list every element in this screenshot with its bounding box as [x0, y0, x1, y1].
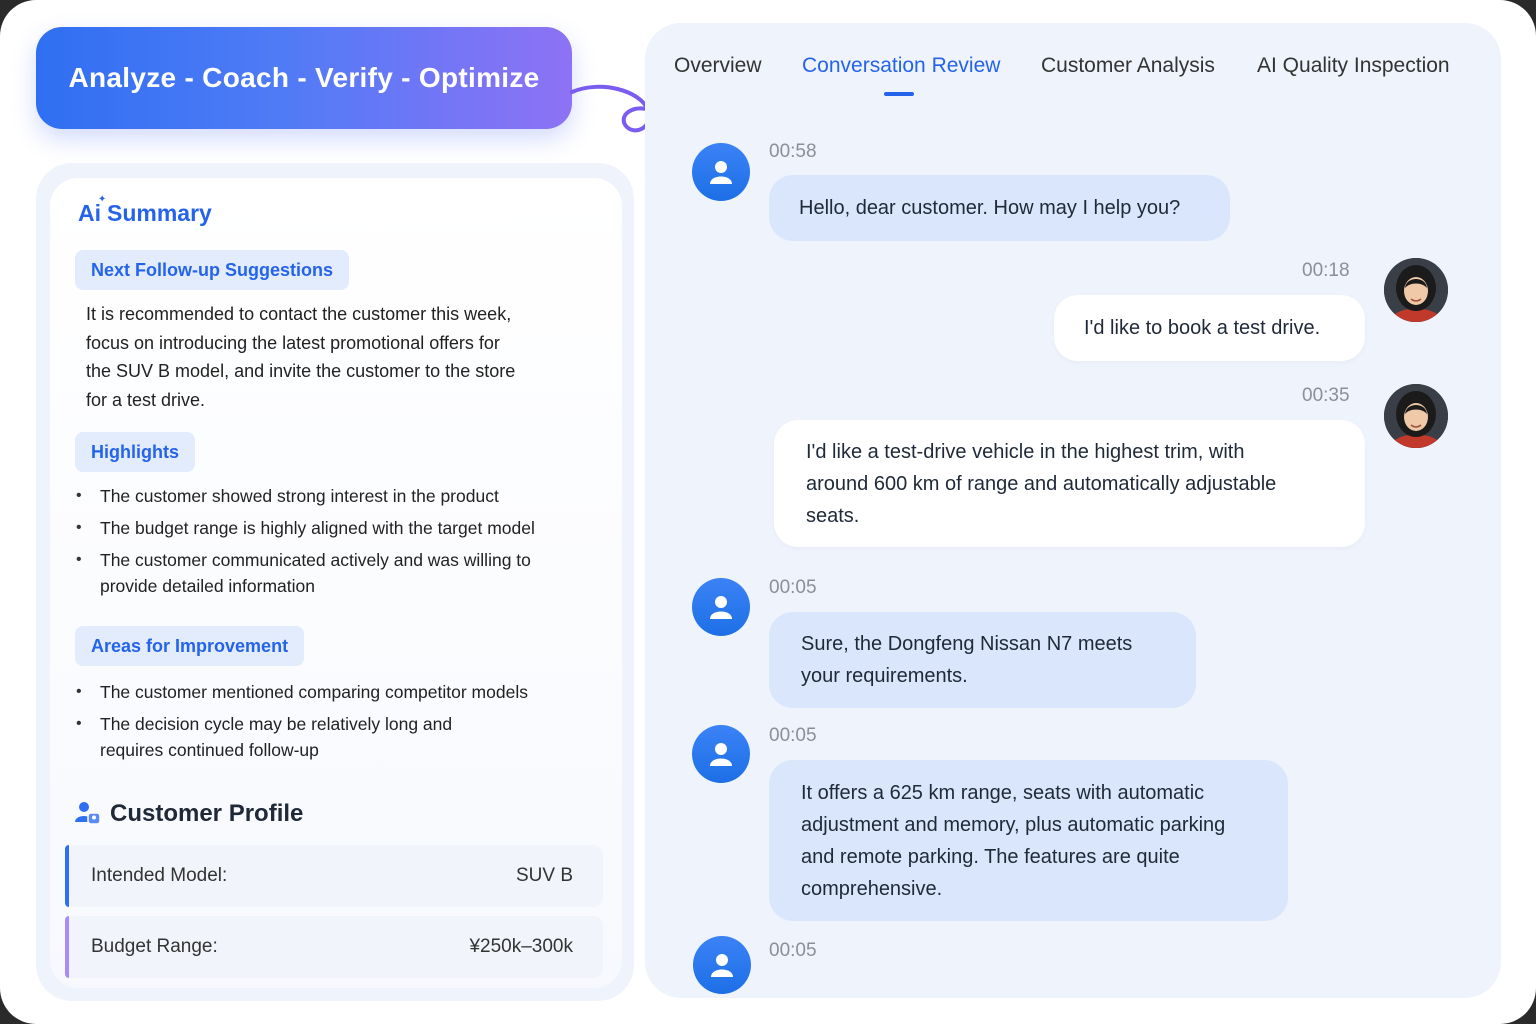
customer-profile-title: Customer Profile	[74, 800, 303, 828]
users-icon	[75, 802, 101, 825]
list-item: The customer mentioned comparing competi…	[76, 679, 576, 705]
message-timestamp: 00:35	[1302, 385, 1350, 406]
tab-customer-analysis[interactable]: Customer Analysis	[1041, 54, 1215, 78]
message-timestamp: 00:05	[769, 725, 817, 746]
customer-message-bubble: I'd like a test-drive vehicle in the hig…	[774, 420, 1365, 547]
user-icon	[711, 954, 733, 977]
customer-avatar	[1384, 384, 1448, 448]
profile-value: ¥250k–300k	[469, 936, 573, 957]
customer-message-bubble: I'd like to book a test drive.	[1054, 295, 1365, 361]
list-item: The decision cycle may be relatively lon…	[76, 711, 486, 763]
profile-label: Intended Model:	[91, 865, 228, 886]
message-timestamp: 00:05	[769, 940, 817, 961]
app-frame: Analyze - Coach - Verify - Optimize Ai ✦ …	[0, 0, 1536, 1024]
improvement-list: The customer mentioned comparing competi…	[76, 679, 576, 769]
user-icon	[710, 596, 732, 619]
next-followup-chip: Next Follow-up Suggestions	[75, 250, 349, 290]
message-timestamp: 00:05	[769, 577, 817, 598]
profile-value: SUV B	[515, 865, 573, 886]
list-item: The budget range is highly aligned with …	[76, 515, 576, 541]
list-item: The customer communicated actively and w…	[76, 547, 546, 599]
message-timestamp: 00:18	[1302, 260, 1350, 281]
tab-ai-quality-inspection[interactable]: AI Quality Inspection	[1257, 54, 1450, 78]
active-tab-indicator	[884, 92, 914, 96]
ai-icon: Ai ✦	[78, 194, 107, 226]
agent-message-bubble: Hello, dear customer. How may I help you…	[769, 175, 1230, 241]
agent-avatar	[692, 725, 750, 783]
banner-text: Analyze - Coach - Verify - Optimize	[68, 62, 540, 93]
ai-summary-label: Summary	[107, 200, 212, 226]
workflow-banner: Analyze - Coach - Verify - Optimize	[36, 27, 572, 129]
agent-avatar	[692, 143, 750, 201]
list-item: The customer showed strong interest in t…	[76, 483, 576, 509]
profile-label: Budget Range:	[91, 936, 218, 957]
improvement-chip: Areas for Improvement	[75, 626, 305, 666]
followup-text: It is recommended to contact the custome…	[86, 304, 516, 410]
user-icon	[710, 161, 732, 184]
agent-message-bubble: Sure, the Dongfeng Nissan N7 meets your …	[769, 612, 1196, 708]
agent-message-bubble: It offers a 625 km range, seats with aut…	[769, 760, 1288, 921]
profile-row-model: Intended Model: SUV B	[65, 845, 603, 907]
agent-avatar	[692, 578, 750, 636]
tab-overview[interactable]: Overview	[674, 54, 762, 78]
profile-row-budget: Budget Range: ¥250k–300k	[65, 916, 603, 978]
agent-avatar	[693, 936, 751, 994]
message-timestamp: 00:58	[769, 141, 817, 162]
highlights-chip: Highlights	[75, 432, 195, 472]
ai-summary-title: Ai ✦ Summary	[78, 194, 212, 227]
customer-avatar	[1384, 258, 1448, 322]
user-icon	[710, 743, 732, 766]
highlights-list: The customer showed strong interest in t…	[76, 483, 576, 605]
tab-conversation-review[interactable]: Conversation Review	[802, 54, 1000, 78]
